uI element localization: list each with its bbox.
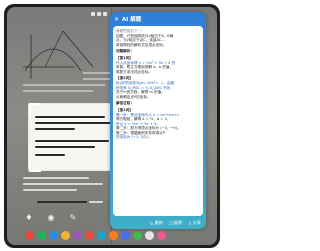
- panel-title: AI 解题: [122, 17, 142, 23]
- analysis-line: 再配方求出顶点坐标。: [116, 69, 152, 74]
- analysis-heading: 问题解析：: [116, 49, 134, 54]
- share-icon: ⇪: [188, 220, 192, 226]
- answer-heading: 解答过程：: [116, 101, 134, 106]
- lightbulb-icon[interactable]: ◉: [47, 214, 55, 222]
- crop-corner-top-left[interactable]: [29, 103, 41, 115]
- question-line: 求抛物线的解析式及顶点坐标。: [116, 42, 167, 47]
- dock-app-icon[interactable]: [61, 230, 70, 240]
- dock-app-icon[interactable]: [121, 230, 130, 240]
- panel-header: ✕ AI 解题: [110, 12, 206, 26]
- dock-app-icon[interactable]: [109, 230, 118, 240]
- dock-app-icon[interactable]: [133, 230, 142, 240]
- copy-button[interactable]: ❐ 复制: [169, 220, 182, 226]
- scanned-question-region[interactable]: [29, 104, 123, 170]
- edit-pen-icon[interactable]: ✎: [69, 214, 77, 222]
- refresh-label: 重新: [154, 220, 163, 225]
- dock-app-icon[interactable]: [49, 230, 58, 240]
- wifi-icon: [91, 12, 95, 16]
- answer-line: 的坐标为 (−1, 3/2)。: [116, 135, 152, 140]
- copy-icon: ❐: [168, 220, 173, 226]
- dock-app-icon[interactable]: [169, 230, 178, 240]
- flashlight-icon[interactable]: ♦: [25, 214, 33, 222]
- dock-app-icon[interactable]: [145, 230, 154, 240]
- close-icon[interactable]: ✕: [114, 16, 119, 23]
- panel-actions: ↻ 重新 ❐ 复制 ⇪ 分享: [110, 217, 206, 229]
- copy-label: 复制: [173, 220, 183, 225]
- answer-content[interactable]: 解题思路如下 → 如图，已知抛物线与x轴交于A、B两 点，与y轴交于点C，连接A…: [113, 26, 203, 216]
- ai-answer-panel: ✕ AI 解题 解题思路如下 → 如图，已知抛物线与x轴交于A、B两 点，与y轴…: [110, 12, 206, 229]
- camera-preview-diagram: [23, 27, 121, 97]
- battery-icon: [103, 12, 107, 16]
- signal-icon: [97, 12, 101, 16]
- refresh-icon: ↻: [150, 220, 154, 226]
- capture-toolbar: ♦ ◉ ✎: [25, 214, 77, 222]
- analysis-line: 从而确定点P的坐标。: [116, 94, 151, 99]
- share-button[interactable]: ⇪ 分享: [188, 220, 201, 226]
- dock-app-icon[interactable]: [85, 230, 94, 240]
- dock-app-icon[interactable]: [97, 230, 106, 240]
- taskbar-dock: [25, 230, 178, 240]
- dock-app-icon[interactable]: [73, 230, 82, 240]
- dock-app-icon[interactable]: [157, 230, 166, 240]
- share-label: 分享: [192, 220, 201, 225]
- geometry-diagram-sketch: [23, 30, 119, 92]
- dock-app-icon[interactable]: [25, 230, 34, 240]
- refresh-button[interactable]: ↻ 重新: [150, 220, 163, 226]
- dock-app-icon[interactable]: [37, 230, 46, 240]
- crop-corner-bottom-left[interactable]: [29, 160, 41, 172]
